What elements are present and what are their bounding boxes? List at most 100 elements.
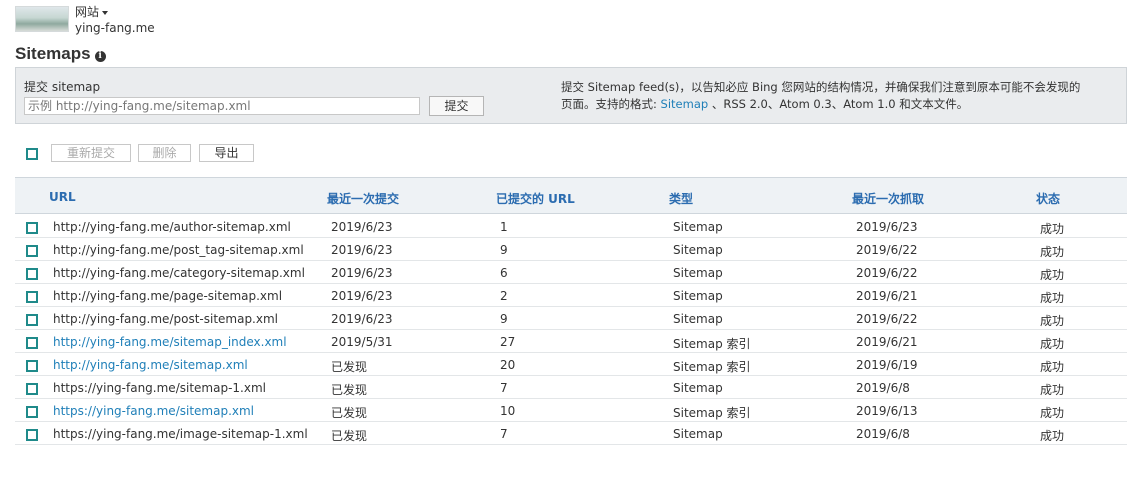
row-submitted-count: 27 — [500, 335, 516, 349]
submit-help-text: 提交 Sitemap feed(s)，以告知必应 Bing 您网站的结构情况，并… — [561, 79, 1106, 113]
row-checkbox[interactable] — [26, 337, 38, 349]
row-checkbox[interactable] — [26, 360, 38, 372]
site-menu[interactable]: 网站 — [75, 3, 109, 20]
column-header-last-crawled[interactable]: 最近一次抓取 — [852, 190, 924, 207]
row-last-crawled: 2019/6/13 — [856, 404, 918, 418]
row-type: Sitemap 索引 — [673, 360, 751, 374]
row-checkbox[interactable] — [26, 429, 38, 441]
row-last-submitted: 已发现 — [331, 383, 368, 397]
table-row[interactable]: http://ying-fang.me/sitemap_index.xml 201… — [15, 330, 1127, 353]
row-type: Sitemap 索引 — [673, 337, 751, 351]
row-type: Sitemap — [673, 381, 723, 395]
row-last-crawled: 2019/6/22 — [856, 243, 918, 257]
submit-button[interactable]: 提交 — [429, 96, 484, 116]
site-url: ying-fang.me — [75, 21, 155, 35]
table-row[interactable]: https://ying-fang.me/sitemap.xml 已发现 10 Sit… — [15, 399, 1127, 422]
row-url[interactable]: http://ying-fang.me/sitemap_index.xml — [53, 335, 287, 349]
row-type: Sitemap — [673, 266, 723, 280]
row-submitted-count: 7 — [500, 427, 508, 441]
row-last-submitted: 已发现 — [331, 429, 368, 443]
site-menu-label: 网站 — [75, 5, 100, 19]
page-title-text: Sitemaps — [15, 44, 91, 63]
table-row[interactable]: https://ying-fang.me/sitemap-1.xml 已发现 7 Si… — [15, 376, 1127, 399]
row-last-submitted: 2019/5/31 — [331, 335, 393, 349]
table-header: URL 最近一次提交 已提交的 URL 类型 最近一次抓取 状态 — [15, 177, 1127, 214]
row-checkbox[interactable] — [26, 291, 38, 303]
row-status: 成功 — [1040, 268, 1065, 282]
row-url: https://ying-fang.me/image-sitemap-1.xml — [53, 427, 308, 441]
table-row[interactable]: http://ying-fang.me/post_tag-sitemap.xml… — [15, 238, 1127, 261]
row-type: Sitemap — [673, 427, 723, 441]
row-submitted-count: 2 — [500, 289, 508, 303]
row-type: Sitemap — [673, 289, 723, 303]
row-url: http://ying-fang.me/post_tag-sitemap.xml — [53, 243, 304, 257]
table-row[interactable]: http://ying-fang.me/author-sitemap.xml 20… — [15, 215, 1127, 238]
row-last-crawled: 2019/6/19 — [856, 358, 918, 372]
row-last-submitted: 已发现 — [331, 406, 368, 420]
row-url[interactable]: http://ying-fang.me/sitemap.xml — [53, 358, 248, 372]
row-status: 成功 — [1040, 406, 1065, 420]
row-status: 成功 — [1040, 429, 1065, 443]
row-checkbox[interactable] — [26, 222, 38, 234]
info-icon[interactable]: i — [94, 51, 106, 62]
row-last-submitted: 2019/6/23 — [331, 289, 393, 303]
row-type: Sitemap 索引 — [673, 406, 751, 420]
page-title: Sitemaps i — [15, 44, 106, 64]
table-row[interactable]: http://ying-fang.me/sitemap.xml 已发现 20 Site… — [15, 353, 1127, 376]
select-all-checkbox[interactable] — [26, 148, 38, 160]
chevron-down-icon — [102, 10, 109, 15]
row-checkbox[interactable] — [26, 268, 38, 280]
row-type: Sitemap — [673, 220, 723, 234]
row-checkbox[interactable] — [26, 245, 38, 257]
export-button[interactable]: 导出 — [199, 144, 254, 162]
help-line-1: 提交 Sitemap feed(s)，以告知必应 Bing 您网站的结构情况，并… — [561, 80, 1081, 94]
sitemap-format-link[interactable]: Sitemap — [661, 97, 709, 111]
row-submitted-count: 1 — [500, 220, 508, 234]
row-type: Sitemap — [673, 243, 723, 257]
submit-sitemap-panel: 提交 sitemap 提交 提交 Sitemap feed(s)，以告知必应 B… — [15, 67, 1127, 124]
row-last-submitted: 2019/6/23 — [331, 220, 393, 234]
row-url: http://ying-fang.me/author-sitemap.xml — [53, 220, 291, 234]
row-last-crawled: 2019/6/8 — [856, 381, 910, 395]
row-submitted-count: 9 — [500, 243, 508, 257]
row-last-submitted: 2019/6/23 — [331, 243, 393, 257]
row-submitted-count: 6 — [500, 266, 508, 280]
table-row[interactable]: http://ying-fang.me/post-sitemap.xml 2019… — [15, 307, 1127, 330]
row-last-crawled: 2019/6/8 — [856, 427, 910, 441]
row-url: http://ying-fang.me/post-sitemap.xml — [53, 312, 278, 326]
row-checkbox[interactable] — [26, 406, 38, 418]
row-url: http://ying-fang.me/category-sitemap.xml — [53, 266, 305, 280]
row-last-submitted: 2019/6/23 — [331, 312, 393, 326]
row-type: Sitemap — [673, 312, 723, 326]
row-submitted-count: 9 — [500, 312, 508, 326]
row-submitted-count: 20 — [500, 358, 516, 372]
sitemap-url-input[interactable] — [24, 97, 420, 115]
submit-sitemap-label: 提交 sitemap — [24, 80, 101, 94]
resubmit-button[interactable]: 重新提交 — [51, 144, 131, 162]
row-status: 成功 — [1040, 383, 1065, 397]
column-header-url[interactable]: URL — [49, 190, 76, 204]
column-header-submitted-urls[interactable]: 已提交的 URL — [496, 190, 575, 207]
row-url[interactable]: https://ying-fang.me/sitemap.xml — [53, 404, 254, 418]
row-last-crawled: 2019/6/23 — [856, 220, 918, 234]
row-status: 成功 — [1040, 314, 1065, 328]
table-row[interactable]: https://ying-fang.me/image-sitemap-1.xml… — [15, 422, 1127, 445]
row-status: 成功 — [1040, 360, 1065, 374]
column-header-type[interactable]: 类型 — [669, 190, 693, 207]
row-url: https://ying-fang.me/sitemap-1.xml — [53, 381, 266, 395]
table-row[interactable]: http://ying-fang.me/page-sitemap.xml 2019… — [15, 284, 1127, 307]
row-last-crawled: 2019/6/21 — [856, 289, 918, 303]
row-status: 成功 — [1040, 337, 1065, 351]
site-thumbnail — [15, 6, 69, 32]
help-line-2-prefix: 页面。支持的格式: — [561, 97, 661, 111]
row-last-crawled: 2019/6/22 — [856, 312, 918, 326]
table-row[interactable]: http://ying-fang.me/category-sitemap.xml… — [15, 261, 1127, 284]
help-line-2-suffix: 、RSS 2.0、Atom 0.3、Atom 1.0 和文本文件。 — [708, 97, 969, 111]
column-header-status[interactable]: 状态 — [1036, 190, 1060, 207]
row-last-submitted: 已发现 — [331, 360, 368, 374]
delete-button[interactable]: 删除 — [138, 144, 191, 162]
row-submitted-count: 10 — [500, 404, 516, 418]
row-checkbox[interactable] — [26, 383, 38, 395]
column-header-last-submitted[interactable]: 最近一次提交 — [327, 190, 399, 207]
row-checkbox[interactable] — [26, 314, 38, 326]
